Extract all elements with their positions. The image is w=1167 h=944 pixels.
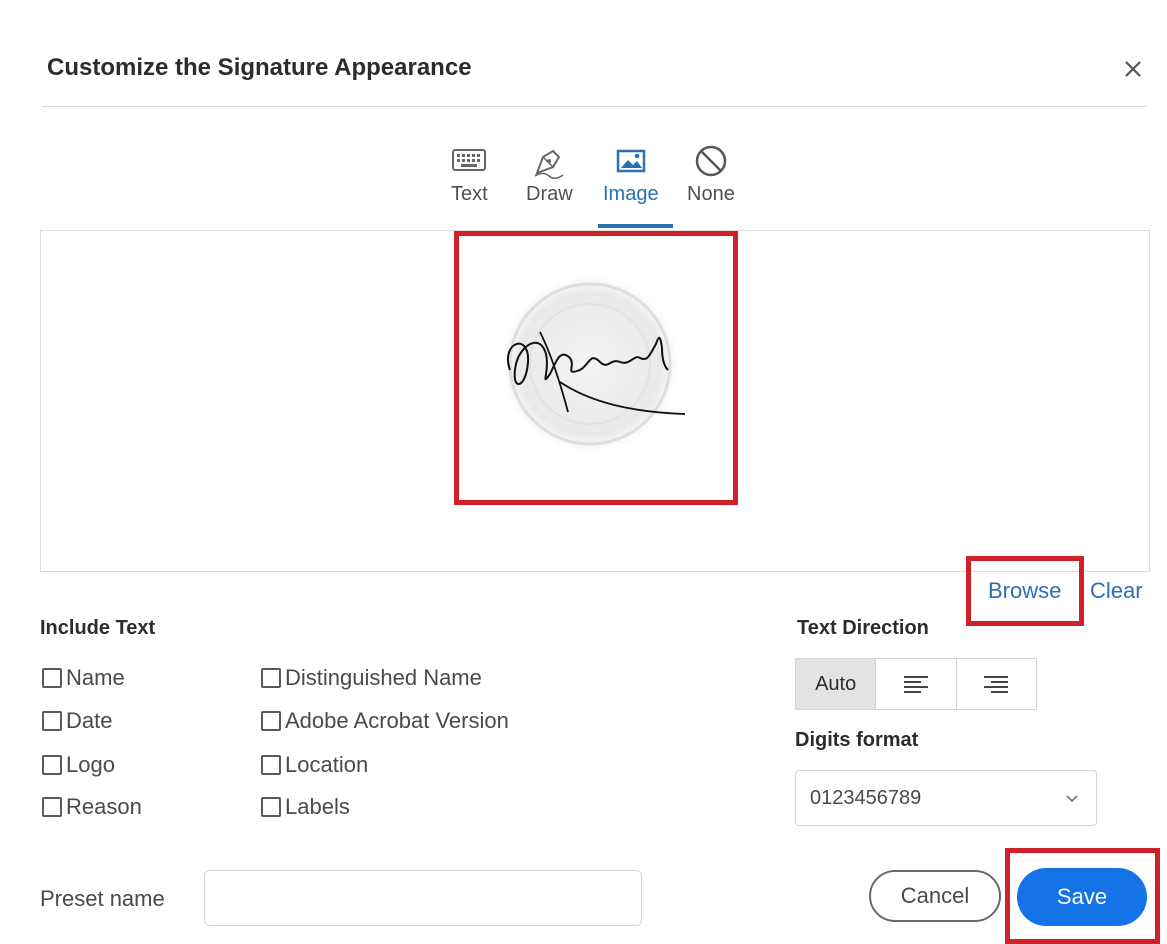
checkbox-box[interactable] bbox=[42, 755, 62, 775]
image-icon bbox=[616, 140, 646, 182]
checkbox-box[interactable] bbox=[42, 797, 62, 817]
tab-image[interactable]: Image bbox=[603, 140, 659, 206]
tab-text[interactable]: Text bbox=[451, 140, 488, 206]
tab-none[interactable]: None bbox=[687, 140, 735, 206]
digits-format-value: 0123456789 bbox=[810, 786, 922, 809]
checkbox-location[interactable]: Location bbox=[261, 752, 368, 778]
align-left-icon bbox=[903, 676, 928, 693]
include-text-heading: Include Text bbox=[40, 617, 156, 639]
save-highlight-box bbox=[1005, 848, 1160, 944]
checkbox-distinguished-name[interactable]: Distinguished Name bbox=[261, 665, 482, 691]
checkbox-acrobat-version[interactable]: Adobe Acrobat Version bbox=[261, 708, 509, 734]
clear-link[interactable]: Clear bbox=[1090, 578, 1143, 604]
checkbox-label: Distinguished Name bbox=[285, 665, 482, 690]
text-direction-heading: Text Direction bbox=[797, 617, 929, 639]
checkbox-labels[interactable]: Labels bbox=[261, 794, 350, 820]
tab-label: Draw bbox=[526, 183, 573, 205]
checkbox-box[interactable] bbox=[42, 668, 62, 688]
close-icon[interactable] bbox=[1120, 56, 1146, 82]
checkbox-label: Reason bbox=[66, 794, 142, 819]
digits-format-select[interactable]: 0123456789 bbox=[795, 770, 1097, 826]
checkbox-label: Adobe Acrobat Version bbox=[285, 708, 509, 733]
tab-label: Text bbox=[451, 183, 488, 205]
text-direction-segmented: Auto bbox=[795, 658, 1037, 710]
checkbox-box[interactable] bbox=[42, 711, 62, 731]
align-right-icon bbox=[984, 676, 1009, 693]
checkbox-box[interactable] bbox=[261, 668, 281, 688]
digits-format-heading: Digits format bbox=[795, 729, 919, 751]
checkbox-box[interactable] bbox=[261, 711, 281, 731]
header-divider bbox=[42, 106, 1147, 107]
checkbox-label: Labels bbox=[285, 794, 350, 819]
browse-highlight-box bbox=[966, 556, 1084, 626]
chevron-down-icon bbox=[1064, 789, 1080, 812]
signature-highlight-box bbox=[454, 231, 738, 505]
checkbox-name[interactable]: Name bbox=[42, 665, 125, 691]
preset-name-input[interactable] bbox=[204, 870, 642, 926]
preset-name-label: Preset name bbox=[40, 886, 165, 911]
checkbox-box[interactable] bbox=[261, 797, 281, 817]
checkbox-label: Logo bbox=[66, 752, 115, 777]
checkbox-date[interactable]: Date bbox=[42, 708, 112, 734]
dialog-title: Customize the Signature Appearance bbox=[47, 54, 472, 81]
checkbox-label: Location bbox=[285, 752, 369, 777]
checkbox-box[interactable] bbox=[261, 755, 281, 775]
tab-active-indicator bbox=[598, 224, 673, 228]
direction-auto-button[interactable]: Auto bbox=[796, 659, 877, 709]
checkbox-logo[interactable]: Logo bbox=[42, 752, 115, 778]
pen-icon bbox=[529, 140, 569, 182]
checkbox-label: Date bbox=[66, 708, 113, 733]
keyboard-icon bbox=[452, 140, 487, 182]
checkbox-reason[interactable]: Reason bbox=[42, 794, 142, 820]
tab-draw[interactable]: Draw bbox=[526, 140, 573, 206]
direction-left-button[interactable] bbox=[876, 659, 957, 709]
checkbox-label: Name bbox=[66, 665, 125, 690]
no-symbol-icon bbox=[694, 140, 728, 182]
tab-label: None bbox=[687, 183, 735, 205]
cancel-button[interactable]: Cancel bbox=[869, 870, 1001, 922]
direction-right-button[interactable] bbox=[957, 659, 1036, 709]
tab-label: Image bbox=[603, 183, 659, 205]
